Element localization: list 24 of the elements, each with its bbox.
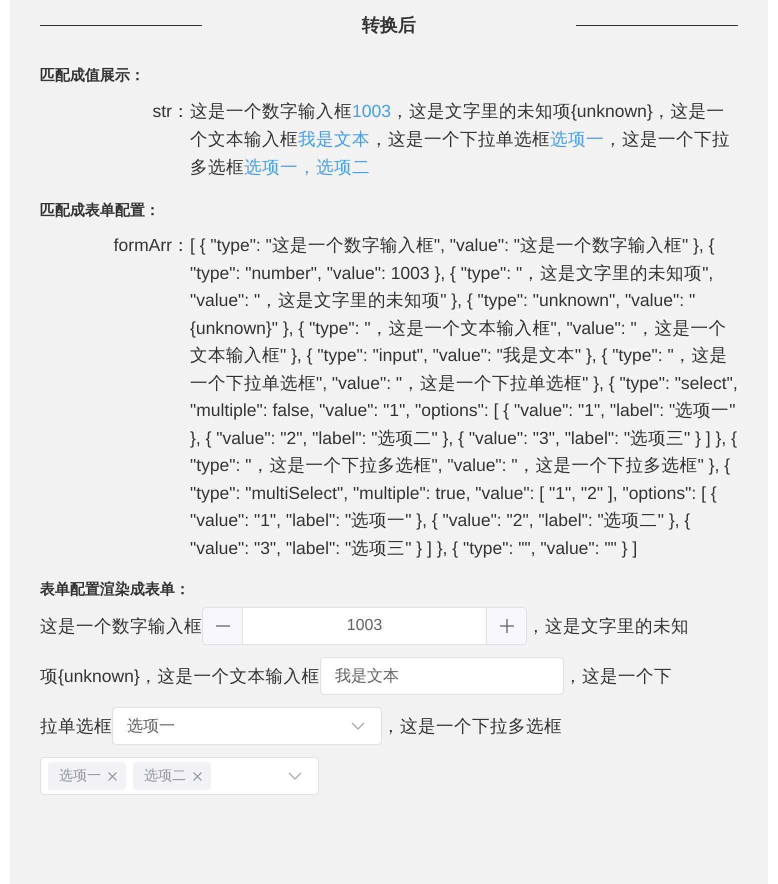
section-title: 转换后 [362,14,416,37]
form-text: 拉单选框 [40,715,112,738]
form-text: ，这是一个下 [564,665,672,688]
text-input[interactable]: 我是文本 [320,657,564,695]
form-text: 这是一个数字输入框 [40,615,202,638]
plus-icon [500,619,514,633]
section-heading: 匹配成表单配置： [40,201,161,220]
form-text: ，这是一个下拉多选框 [382,715,562,738]
form-text: ，这是文字里的未知 [527,615,689,638]
number-field[interactable]: 1003 [243,608,486,644]
close-icon[interactable] [193,772,202,780]
minus-icon [216,625,230,627]
section-heading: 表单配置渲染成表单： [40,580,191,599]
field-label: str： [152,100,190,123]
config-text: [ { "type": "这是一个数字输入框", "value": "这是一个数字输入框" }, { "type": "number", "value": 1003 }, { "type": "，这是文字里的未知项", "value": "，这是文字里的未知项" }, { "type": "unknown", "value": "{unknown}" }, { "type": "，这是一个文本输入框", "value": "，这是一个文本输入框" }, { "type": "input", "value": "我是文本" }, { "type": "，这是一个下拉单选框", "value": "，这是一个下拉单选框" }, { "type": "select", "multiple": false, "value": "1", "options": [ { "value": "1", "label": "选项一" }, { "value": "2", "label": "选项二" }, { "value": "3", "label": "选项三" } ] }, { "type": "，这是一个下拉多选框", "value": "，这是一个下拉多选框" }, { "type": "multiSelect", "multiple": true, "value": [ "1", "2" ], "options": [ { "value": "1", "label": "选项一" }, { "value": "2", "label": "选项二" }, { "value": "3", "label": "选项三" } ] }, { "type": "", "value": "" } ] [190,234,738,560]
close-icon[interactable] [108,772,117,780]
chevron-down-icon [351,722,365,730]
select-dropdown[interactable]: 选项一 [112,707,382,745]
increase-button[interactable] [486,608,526,644]
form-text: 项{unknown}，这是一个文本输入框 [40,665,320,688]
field-label: formArr： [112,234,190,257]
section-heading: 匹配成值展示： [40,66,146,85]
chevron-down-icon [288,772,302,780]
value-text: 这是一个数字输入框1003，这是文字里的未知项{unknown}，这是一个文本输入框我是文本，这是一个下拉单选框选项一，这是一个下拉多选框选项一，选项二 [190,100,731,179]
